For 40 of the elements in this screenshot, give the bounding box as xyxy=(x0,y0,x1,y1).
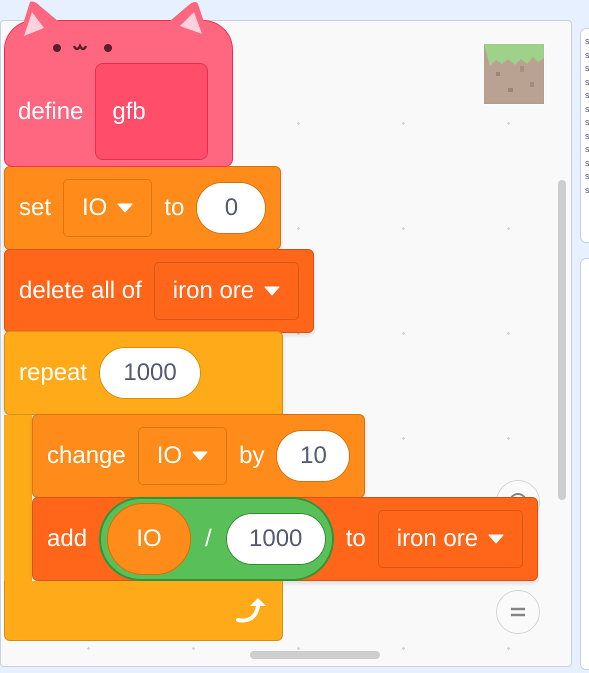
horizontal-scrollbar[interactable] xyxy=(250,651,380,659)
code-block[interactable]: set IO to 0 xyxy=(4,166,282,250)
block-label: set xyxy=(19,194,52,222)
equals-icon xyxy=(509,605,527,619)
number-input[interactable]: 10 xyxy=(276,430,350,482)
operator-label: / xyxy=(205,525,212,553)
block-label: to xyxy=(164,194,184,222)
block-name: gfb xyxy=(95,63,208,160)
divide-reporter[interactable]: IO / 1000 xyxy=(99,497,334,581)
caret-icon xyxy=(117,203,134,213)
panel-text: s xyxy=(585,102,589,115)
repeat-block[interactable]: repeat 1000 xyxy=(4,331,283,415)
panel-text: s xyxy=(585,143,589,156)
block-label: define xyxy=(18,98,84,126)
panel-text: s xyxy=(585,184,589,196)
block-label: by xyxy=(239,442,264,470)
caret-icon xyxy=(192,451,208,461)
caret-icon xyxy=(264,286,280,296)
loop-arrow-icon xyxy=(234,596,268,626)
vertical-scrollbar[interactable] xyxy=(558,180,566,500)
panel-text: s xyxy=(585,62,589,74)
panel-text: s xyxy=(585,130,589,142)
number-input[interactable]: 0 xyxy=(196,182,266,234)
block-label: repeat xyxy=(19,359,88,387)
panel-text: s xyxy=(585,48,589,61)
caret-icon xyxy=(488,534,504,544)
block-label: to xyxy=(346,525,366,553)
block-label: delete all of xyxy=(19,277,142,305)
panel-text: s xyxy=(585,35,589,48)
panel-text: s xyxy=(585,156,589,169)
number-input[interactable]: 1000 xyxy=(226,513,326,565)
panel-text: s xyxy=(585,76,589,88)
code-block[interactable]: add IO / 1000 to iron ore xyxy=(32,497,538,581)
panel-text: s xyxy=(585,89,589,102)
panel-text: s xyxy=(585,116,589,128)
panel-text: s xyxy=(585,170,589,182)
number-input[interactable]: 1000 xyxy=(99,347,202,399)
block-label: change xyxy=(47,442,126,470)
code-block[interactable]: change IO by 10 xyxy=(32,414,366,498)
block-label: add xyxy=(47,525,88,553)
